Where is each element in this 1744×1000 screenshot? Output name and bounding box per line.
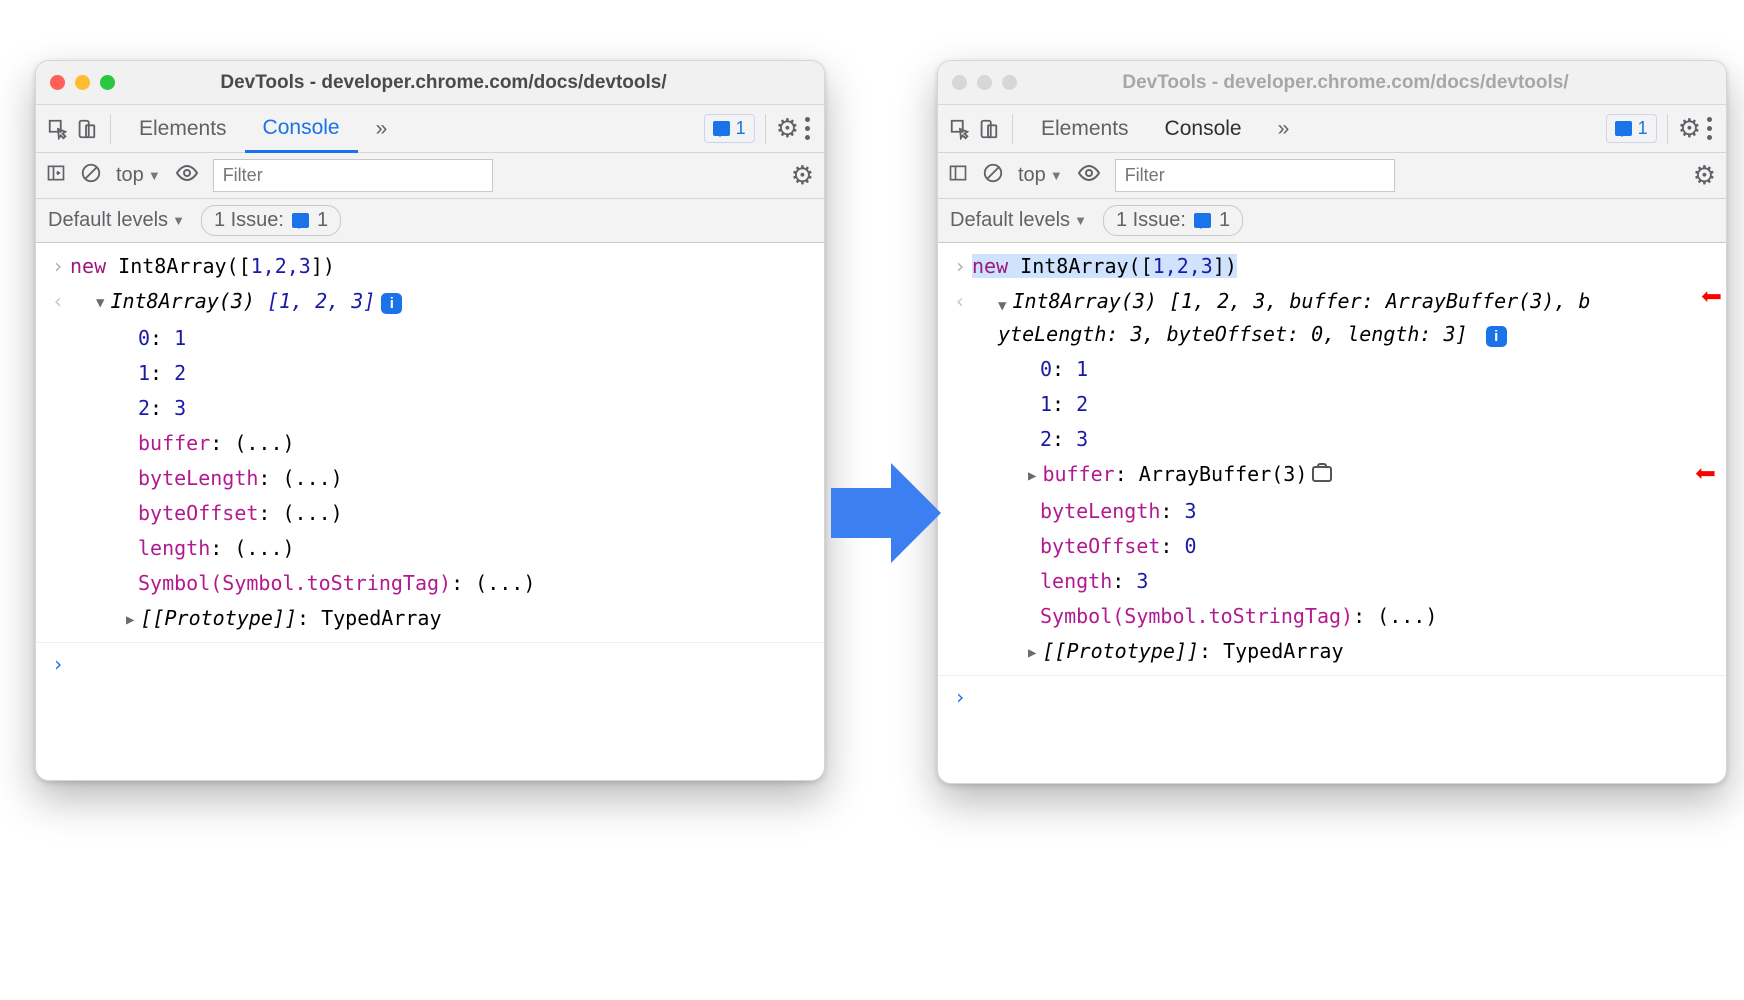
kebab-menu-icon[interactable] xyxy=(1701,117,1718,140)
window-title: DevTools - developer.chrome.com/docs/dev… xyxy=(125,72,810,94)
issues-chip[interactable]: 1 Issue: 1 xyxy=(1103,205,1243,236)
device-icon[interactable] xyxy=(974,118,1002,140)
result-chevron-icon: ‹ xyxy=(46,286,70,317)
issues-badge[interactable]: 1 xyxy=(1606,114,1657,143)
close-dot-icon[interactable] xyxy=(50,75,65,90)
expand-triangle-icon[interactable]: ▶ xyxy=(1028,461,1036,492)
close-dot-icon[interactable] xyxy=(952,75,967,90)
object-prototype[interactable]: ▶[[Prototype]]: TypedArray xyxy=(36,601,824,638)
zoom-dot-icon[interactable] xyxy=(1002,75,1017,90)
devtools-window-after: DevTools - developer.chrome.com/docs/dev… xyxy=(937,60,1727,784)
prompt-chevron-icon: › xyxy=(46,251,70,282)
live-expression-eye-icon[interactable] xyxy=(1077,161,1101,191)
levels-bar: Default levels ▼ 1 Issue: 1 xyxy=(938,199,1726,243)
expand-triangle-icon[interactable]: ▶ xyxy=(1028,638,1036,669)
console-result-row[interactable]: ‹ ▼Int8Array(3) [1, 2, 3, buffer: ArrayB… xyxy=(938,284,1726,352)
zoom-dot-icon[interactable] xyxy=(100,75,115,90)
object-property[interactable]: length: 3 xyxy=(938,564,1726,599)
console-filter-bar: top ▼ ⚙ xyxy=(36,153,824,199)
context-selector[interactable]: top ▼ xyxy=(1018,164,1063,187)
main-tabs: Elements Console » 1 ⚙ xyxy=(938,105,1726,153)
settings-gear-icon[interactable]: ⚙ xyxy=(776,113,799,144)
main-tabs: Elements Console » 1 ⚙ xyxy=(36,105,824,153)
tab-more[interactable]: » xyxy=(358,105,406,153)
log-levels-selector[interactable]: Default levels ▼ xyxy=(950,209,1087,232)
inspect-icon[interactable] xyxy=(946,118,974,140)
console-prompt[interactable]: › xyxy=(36,647,824,682)
object-property[interactable]: length: (...) xyxy=(36,531,824,566)
memory-inspector-icon[interactable] xyxy=(1312,466,1332,482)
console-input-row[interactable]: › new Int8Array([1,2,3]) xyxy=(938,249,1726,284)
minimize-dot-icon[interactable] xyxy=(75,75,90,90)
comparison-arrow-icon xyxy=(826,458,946,568)
levels-bar: Default levels ▼ 1 Issue: 1 xyxy=(36,199,824,243)
highlight-arrow-icon: ⬅ xyxy=(1694,459,1716,490)
object-prototype[interactable]: ▶[[Prototype]]: TypedArray xyxy=(938,634,1726,671)
console-sidebar-icon[interactable] xyxy=(46,163,66,189)
tab-console[interactable]: Console xyxy=(1147,105,1260,153)
object-property[interactable]: 2: 3 xyxy=(938,422,1726,457)
settings-gear-icon[interactable]: ⚙ xyxy=(1678,113,1701,144)
console-output: › new Int8Array([1,2,3]) ‹ ▼Int8Array(3)… xyxy=(938,243,1726,783)
object-property[interactable]: Symbol(Symbol.toStringTag): (...) xyxy=(938,599,1726,634)
object-property[interactable]: byteLength: 3 xyxy=(938,494,1726,529)
window-title: DevTools - developer.chrome.com/docs/dev… xyxy=(1027,72,1712,94)
issues-chip[interactable]: 1 Issue: 1 xyxy=(201,205,341,236)
object-property[interactable]: Symbol(Symbol.toStringTag): (...) xyxy=(36,566,824,601)
object-property[interactable]: byteOffset: 0 xyxy=(938,529,1726,564)
clear-console-icon[interactable] xyxy=(982,162,1004,190)
expand-triangle-icon[interactable]: ▶ xyxy=(126,605,134,636)
highlight-arrow-icon: ⬅ xyxy=(1700,282,1722,313)
tab-elements[interactable]: Elements xyxy=(1023,105,1147,153)
tab-more[interactable]: » xyxy=(1260,105,1308,153)
message-icon xyxy=(1194,213,1211,228)
object-property[interactable]: 1: 2 xyxy=(938,387,1726,422)
console-settings-gear-icon[interactable]: ⚙ xyxy=(1693,160,1716,191)
issues-badge[interactable]: 1 xyxy=(704,114,755,143)
info-icon[interactable]: i xyxy=(381,293,402,314)
console-input-row[interactable]: › new Int8Array([1,2,3]) xyxy=(36,249,824,284)
filter-input[interactable] xyxy=(213,159,493,192)
clear-console-icon[interactable] xyxy=(80,162,102,190)
message-icon xyxy=(292,213,309,228)
object-property[interactable]: 0: 1 xyxy=(36,321,824,356)
titlebar[interactable]: DevTools - developer.chrome.com/docs/dev… xyxy=(938,61,1726,105)
log-levels-selector[interactable]: Default levels ▼ xyxy=(48,209,185,232)
traffic-lights[interactable] xyxy=(50,75,115,90)
object-property[interactable]: buffer: (...) xyxy=(36,426,824,461)
message-icon xyxy=(1615,121,1632,136)
device-icon[interactable] xyxy=(72,118,100,140)
result-chevron-icon: ‹ xyxy=(948,286,972,317)
object-property[interactable]: 1: 2 xyxy=(36,356,824,391)
object-property[interactable]: 2: 3 xyxy=(36,391,824,426)
titlebar[interactable]: DevTools - developer.chrome.com/docs/dev… xyxy=(36,61,824,105)
expand-triangle-icon[interactable]: ▼ xyxy=(96,288,104,319)
console-result-row[interactable]: ‹ ▼Int8Array(3) [1, 2, 3]i xyxy=(36,284,824,321)
object-property[interactable]: byteOffset: (...) xyxy=(36,496,824,531)
info-icon[interactable]: i xyxy=(1486,326,1507,347)
tab-elements[interactable]: Elements xyxy=(121,105,245,153)
object-property[interactable]: byteLength: (...) xyxy=(36,461,824,496)
devtools-window-before: DevTools - developer.chrome.com/docs/dev… xyxy=(35,60,825,781)
object-property[interactable]: 0: 1 xyxy=(938,352,1726,387)
expand-triangle-icon[interactable]: ▼ xyxy=(998,291,1006,322)
console-output: › new Int8Array([1,2,3]) ‹ ▼Int8Array(3)… xyxy=(36,243,824,780)
minimize-dot-icon[interactable] xyxy=(977,75,992,90)
console-settings-gear-icon[interactable]: ⚙ xyxy=(791,160,814,191)
console-sidebar-icon[interactable] xyxy=(948,163,968,189)
live-expression-eye-icon[interactable] xyxy=(175,161,199,191)
filter-input[interactable] xyxy=(1115,159,1395,192)
console-prompt[interactable]: › xyxy=(938,680,1726,715)
message-icon xyxy=(713,121,730,136)
object-property-buffer[interactable]: ▶buffer: ArrayBuffer(3) ⬅ xyxy=(938,457,1726,494)
console-filter-bar: top ▼ ⚙ xyxy=(938,153,1726,199)
tab-console[interactable]: Console xyxy=(245,105,358,153)
context-selector[interactable]: top ▼ xyxy=(116,164,161,187)
prompt-chevron-icon: › xyxy=(948,251,972,282)
inspect-icon[interactable] xyxy=(44,118,72,140)
kebab-menu-icon[interactable] xyxy=(799,117,816,140)
traffic-lights[interactable] xyxy=(952,75,1017,90)
